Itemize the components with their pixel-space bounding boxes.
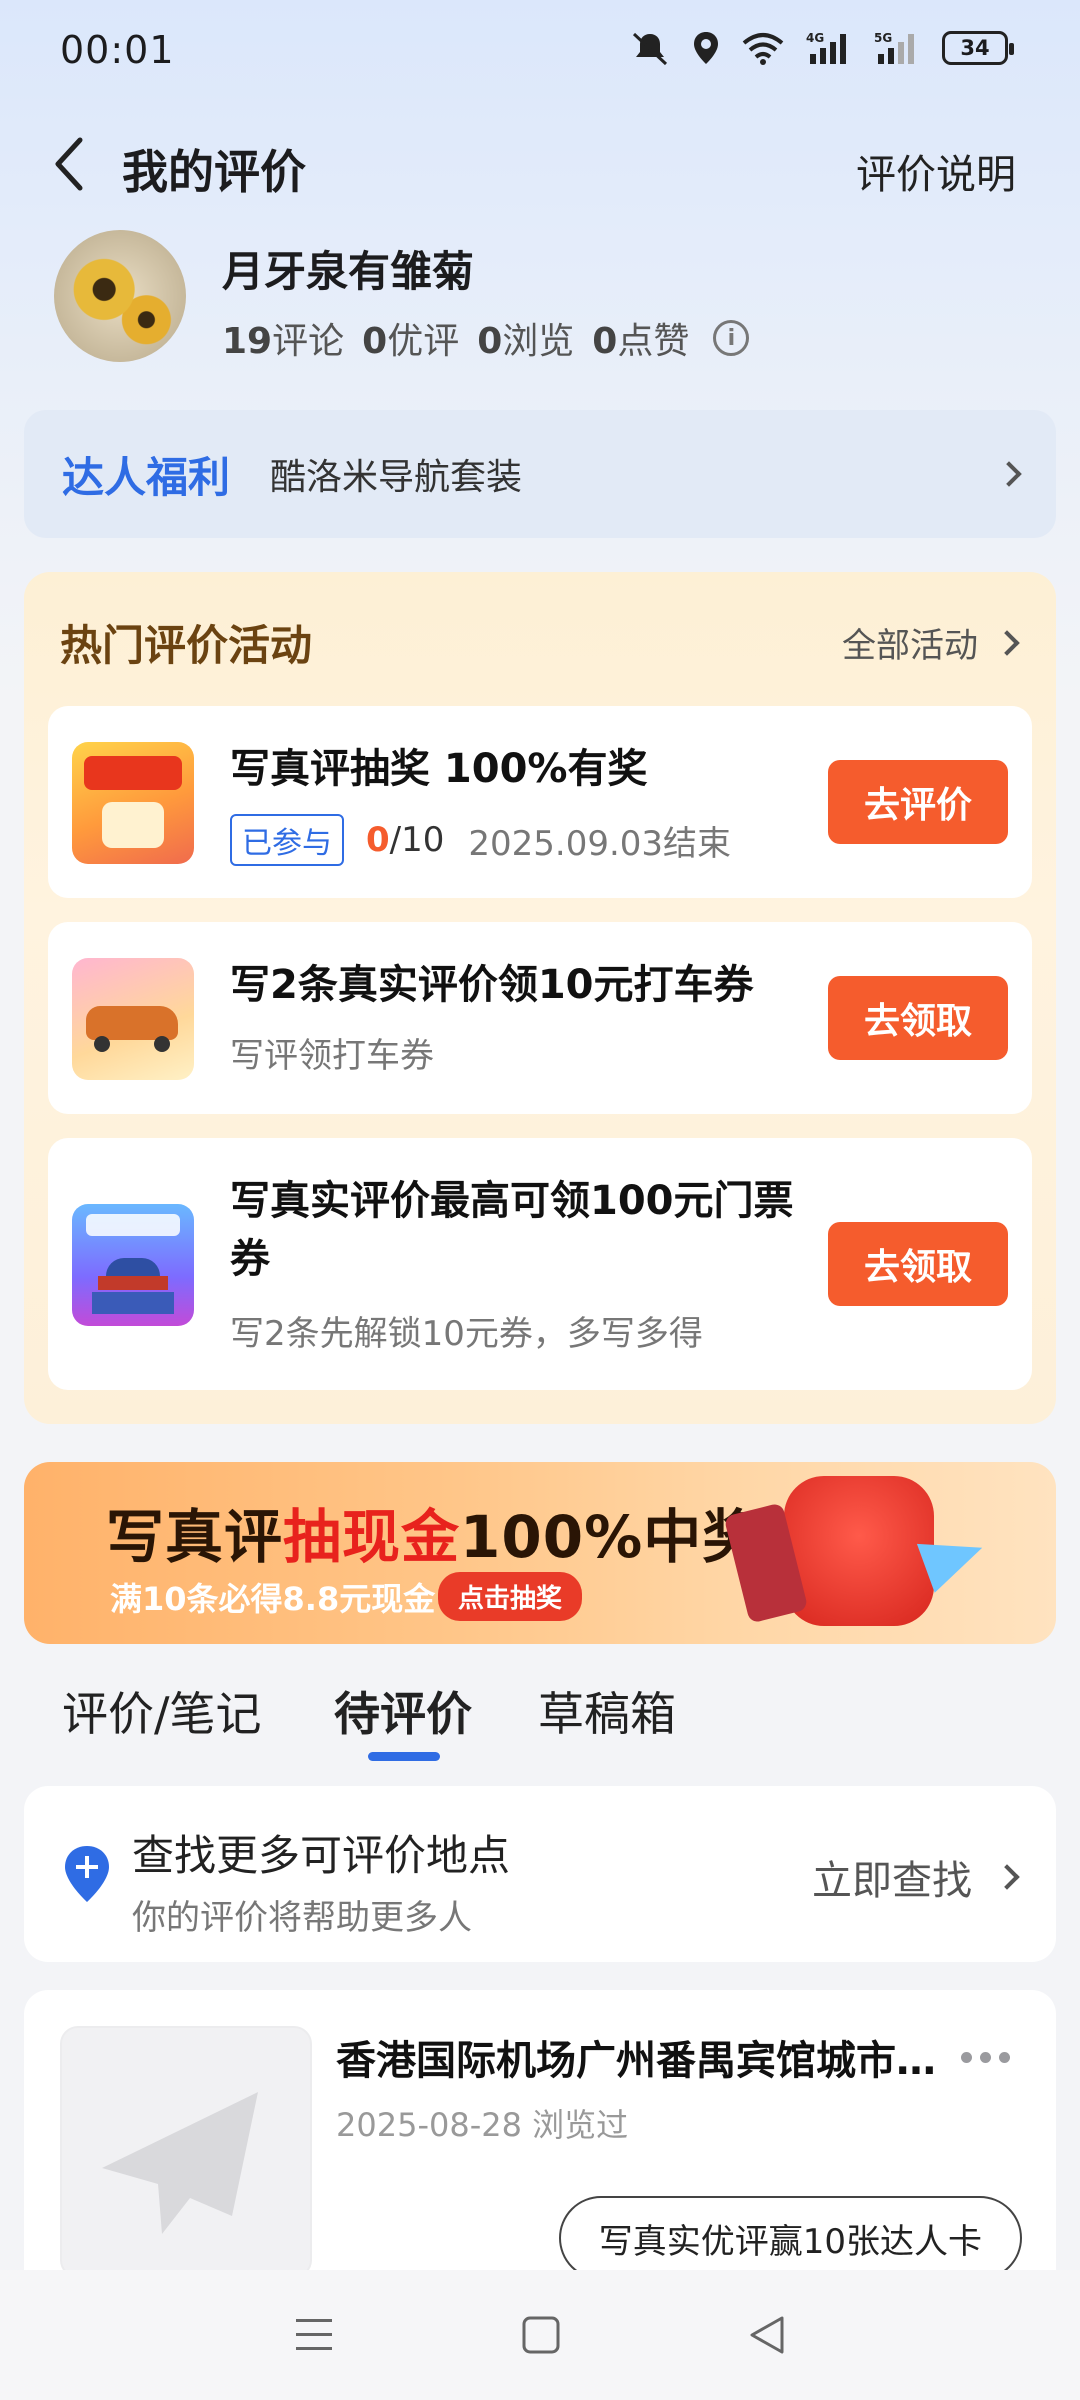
find-more-places-card[interactable]: 查找更多可评价地点 你的评价将帮助更多人 立即查找 — [24, 1786, 1056, 1962]
benefit-text: 酷洛米导航套装 — [270, 457, 523, 498]
activity-title: 写2条真实评价领10元打车券 — [230, 962, 754, 1008]
activity-title: 写真实评价最高可领100元门票券 — [230, 1178, 794, 1282]
activity-thumbnail — [72, 1204, 194, 1326]
page-title: 我的评价 — [122, 145, 306, 199]
all-activities-link[interactable]: 全部活动 — [842, 618, 1020, 667]
tab-pending-review[interactable]: 待评价 — [334, 1678, 472, 1744]
svg-text:4G: 4G — [806, 31, 824, 45]
pending-place-card[interactable]: 香港国际机场广州番禺宾馆城市候机楼 2025-08-28 浏览过 写真实优评赢1… — [24, 1990, 1056, 2290]
wifi-icon — [742, 33, 784, 65]
draw-lottery-button[interactable]: 点击抽奖 — [438, 1572, 583, 1621]
promo-subtitle: 满10条必得8.8元现金 — [110, 1580, 436, 1618]
tab-reviews-notes[interactable]: 评价/笔记 — [62, 1678, 262, 1744]
activity-thumbnail — [72, 958, 194, 1080]
place-visit-date: 2025-08-28 浏览过 — [336, 2106, 629, 2144]
chevron-right-icon — [994, 629, 1020, 656]
stat-views: 0浏览 — [477, 321, 575, 362]
go-review-button[interactable]: 去评价 — [828, 760, 1008, 844]
joined-badge: 已参与 — [230, 814, 344, 866]
signal-4g-icon: 4G — [806, 31, 846, 64]
place-thumbnail — [60, 2026, 312, 2278]
menu-icon[interactable] — [292, 2315, 336, 2355]
profile-stats: 19评论 0优评 0浏览 0点赞 i — [222, 312, 750, 364]
tab-drafts[interactable]: 草稿箱 — [538, 1678, 676, 1744]
activity-subtitle: 写评领打车券 — [230, 1036, 434, 1076]
activity-title: 写真评抽奖 100%有奖 — [230, 746, 648, 792]
system-nav-bar — [0, 2270, 1080, 2400]
activity-progress: 0/10 — [366, 820, 445, 860]
stat-reviews: 19评论 — [222, 321, 345, 362]
status-icons: 4G 5G 34 — [630, 30, 1014, 66]
activities-title: 热门评价活动 — [60, 621, 313, 670]
activity-subtitle: 写2条先解锁10元券，多写多得 — [230, 1314, 703, 1354]
activity-card[interactable]: 写真实评价最高可领100元门票券 写2条先解锁10元券，多写多得 去领取 — [48, 1138, 1032, 1390]
cash-lottery-banner[interactable]: 写真评抽现金100%中奖 满10条必得8.8元现金 点击抽奖 — [24, 1462, 1056, 1644]
benefit-tag: 达人福利 — [62, 452, 231, 502]
back-arrow-icon[interactable] — [48, 132, 92, 196]
write-review-button[interactable]: 写真实优评赢10张达人卡 — [558, 2196, 1022, 2280]
more-options-icon[interactable] — [961, 2052, 1010, 2063]
svg-text:5G: 5G — [874, 31, 892, 45]
location-plus-icon — [65, 1846, 109, 1902]
location-icon — [694, 32, 718, 64]
mute-icon — [632, 32, 668, 66]
avatar[interactable] — [54, 230, 186, 362]
promo-title: 写真评抽现金100%中奖 — [106, 1503, 762, 1571]
activity-thumbnail — [72, 742, 194, 864]
stat-good: 0优评 — [362, 321, 460, 362]
active-tab-indicator — [368, 1752, 440, 1761]
activity-end-date: 2025.09.03结束 — [468, 823, 732, 864]
claim-button[interactable]: 去领取 — [828, 1222, 1008, 1306]
find-subtitle: 你的评价将帮助更多人 — [132, 1898, 472, 1938]
review-help-link[interactable]: 评价说明 — [856, 142, 1016, 200]
red-envelope-illustration — [784, 1476, 934, 1626]
battery-indicator: 34 — [942, 31, 1014, 65]
activity-meta: 已参与 0/10 2025.09.03结束 — [230, 814, 731, 866]
find-title: 查找更多可评价地点 — [132, 1831, 511, 1880]
home-icon[interactable] — [520, 2314, 562, 2356]
place-title: 香港国际机场广州番禺宾馆城市候机楼 — [336, 2038, 966, 2084]
chevron-right-icon — [996, 461, 1022, 487]
paper-plane-icon — [102, 2092, 258, 2234]
activity-card[interactable]: 写2条真实评价领10元打车券 写评领打车券 去领取 — [48, 922, 1032, 1114]
username: 月牙泉有雏菊 — [222, 247, 475, 296]
status-time: 00:01 — [60, 28, 175, 72]
activity-card[interactable]: 写真评抽奖 100%有奖 已参与 0/10 2025.09.03结束 去评价 — [48, 706, 1032, 898]
claim-button[interactable]: 去领取 — [828, 976, 1008, 1060]
signal-5g-icon: 5G — [874, 31, 914, 64]
info-icon[interactable]: i — [713, 320, 750, 356]
back-triangle-icon[interactable] — [746, 2314, 788, 2356]
expert-benefit-banner[interactable]: 达人福利 酷洛米导航套装 — [24, 410, 1056, 538]
chevron-right-icon — [994, 1864, 1020, 1890]
find-now-link[interactable]: 立即查找 — [812, 1848, 1020, 1906]
stat-likes: 0点赞 — [592, 321, 690, 362]
